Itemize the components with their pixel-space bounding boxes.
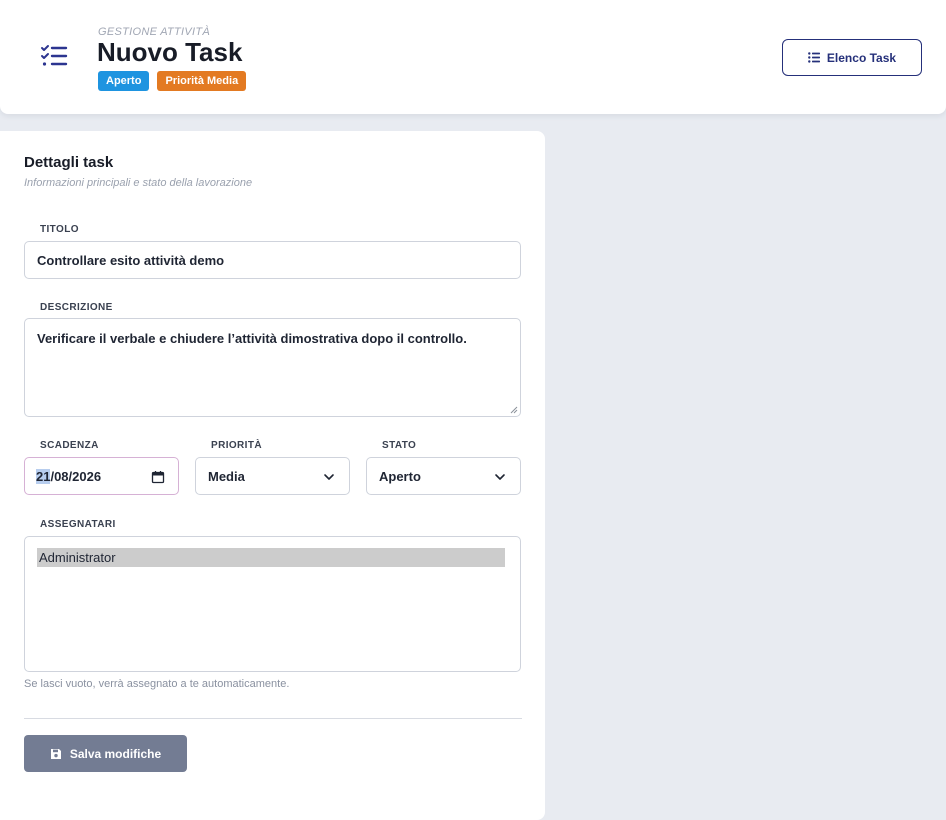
task-list-icon xyxy=(41,45,68,66)
status-label: STATO xyxy=(382,440,417,451)
due-date-input[interactable]: 21/08/2026 xyxy=(24,457,179,495)
status-badge: Aperto xyxy=(98,71,150,91)
priority-label: PRIORITÀ xyxy=(211,440,262,451)
due-date-day-segment[interactable]: 21 xyxy=(36,469,51,484)
description-textarea[interactable]: Verificare il verbale e chiudere l’attiv… xyxy=(24,318,521,417)
title-label: TITOLO xyxy=(40,224,79,235)
card-subtitle: Informazioni principali e stato della la… xyxy=(24,177,253,189)
page-title: Nuovo Task xyxy=(97,37,243,67)
title-input-value: Controllare esito attività demo xyxy=(37,253,225,268)
status-badges: Aperto Priorità Media xyxy=(98,71,247,91)
page-header: GESTIONE ATTIVITÀ Nuovo Task Aperto Prio… xyxy=(0,0,946,114)
card-title: Dettagli task xyxy=(24,154,114,171)
save-button[interactable]: Salva modifiche xyxy=(24,735,187,772)
chevron-down-icon xyxy=(495,474,505,480)
assignees-label: ASSEGNATARI xyxy=(40,519,116,530)
due-date-rest: /08/2026 xyxy=(50,469,102,484)
chevron-down-icon xyxy=(324,474,334,480)
resize-handle-icon[interactable] xyxy=(510,406,518,414)
assignees-help-text: Se lasci vuoto, verrà assegnato a te aut… xyxy=(24,678,290,690)
list-icon xyxy=(808,52,820,63)
status-select-value: Aperto xyxy=(379,469,421,484)
description-value: Verificare il verbale e chiudere l’attiv… xyxy=(37,331,467,346)
calendar-icon[interactable] xyxy=(151,470,165,484)
title-input[interactable]: Controllare esito attività demo xyxy=(24,241,521,279)
task-list-button[interactable]: Elenco Task xyxy=(782,39,922,76)
assignee-option[interactable]: Administrator xyxy=(37,548,505,567)
assignees-multiselect[interactable]: Administrator xyxy=(24,536,521,672)
save-button-label: Salva modifiche xyxy=(69,746,162,761)
description-label: DESCRIZIONE xyxy=(40,302,113,313)
priority-select-value: Media xyxy=(208,469,245,484)
priority-badge: Priorità Media xyxy=(157,71,247,91)
floppy-disk-icon xyxy=(50,748,61,759)
task-list-button-label: Elenco Task xyxy=(826,50,897,65)
due-date-value: 21/08/2026 xyxy=(36,469,101,484)
status-select[interactable]: Aperto xyxy=(366,457,521,495)
due-date-label: SCADENZA xyxy=(40,440,99,451)
divider xyxy=(24,718,522,719)
priority-select[interactable]: Media xyxy=(195,457,350,495)
